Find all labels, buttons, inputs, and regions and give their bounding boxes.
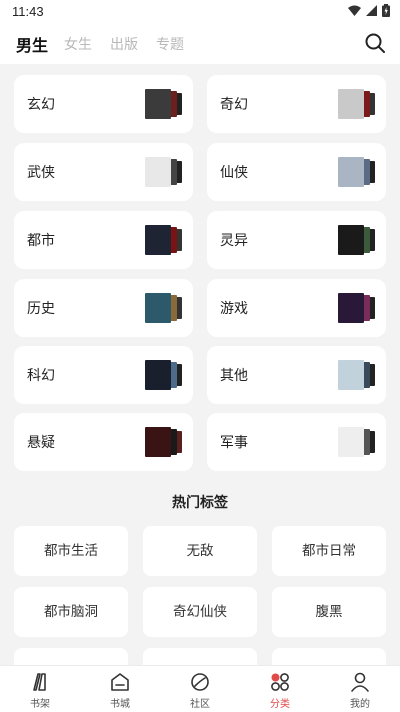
book-cover-stack: [145, 425, 182, 459]
status-icons: [348, 4, 390, 17]
category-card-wuxia[interactable]: 武侠: [14, 143, 193, 201]
nav-label: 我的: [350, 699, 370, 710]
hot-tags-title: 热门标签: [172, 495, 228, 511]
category-label: 灵异: [220, 233, 248, 249]
book-cover: [145, 427, 171, 457]
category-card-dushi[interactable]: 都市: [14, 211, 193, 269]
status-time: 11:43: [12, 4, 44, 19]
book-cover-stack: [338, 291, 375, 325]
book-cover: [145, 360, 171, 390]
nav-label: 书城: [110, 699, 130, 710]
nav-label: 分类: [270, 699, 290, 710]
profile-icon: [351, 672, 369, 692]
book-cover-stack: [145, 223, 182, 257]
category-label: 仙侠: [220, 165, 248, 181]
hot-tag[interactable]: 都市脑洞: [14, 587, 128, 637]
book-cover-stack: [338, 155, 375, 189]
top-tab-bar: 男生 女生 出版 专题: [0, 22, 400, 64]
category-label: 其他: [220, 368, 248, 384]
battery-icon: [382, 4, 390, 17]
hot-tag[interactable]: 都市日常: [272, 526, 386, 576]
search-icon[interactable]: [364, 32, 386, 54]
book-cover: [145, 89, 171, 119]
category-card-xuanyi[interactable]: 悬疑: [14, 413, 193, 471]
book-cover: [338, 157, 364, 187]
category-label: 奇幻: [220, 97, 248, 113]
category-label: 军事: [220, 435, 248, 451]
nav-profile[interactable]: 我的: [330, 671, 390, 710]
tab-female[interactable]: 女生: [64, 34, 92, 54]
nav-label: 书架: [30, 699, 50, 710]
hot-tag-partial[interactable]: [143, 648, 257, 665]
category-label: 武侠: [27, 165, 55, 181]
book-cover: [338, 293, 364, 323]
category-icon: [271, 673, 289, 691]
signal-icon: [366, 5, 377, 16]
category-card-kehuan[interactable]: 科幻: [14, 346, 193, 404]
book-cover: [338, 225, 364, 255]
category-card-xuanhuan[interactable]: 玄幻: [14, 75, 193, 133]
category-label: 历史: [27, 301, 55, 317]
category-card-xianxia[interactable]: 仙侠: [207, 143, 386, 201]
book-cover-stack: [338, 358, 375, 392]
book-cover-stack: [145, 87, 182, 121]
wifi-icon: [348, 5, 361, 16]
book-cover-stack: [145, 291, 182, 325]
category-card-youxi[interactable]: 游戏: [207, 279, 386, 337]
book-cover: [145, 225, 171, 255]
hot-tag-partial[interactable]: [14, 648, 128, 665]
book-cover-stack: [338, 87, 375, 121]
category-card-qihuan[interactable]: 奇幻: [207, 75, 386, 133]
category-label: 科幻: [27, 368, 55, 384]
hot-tag[interactable]: 腹黑: [272, 587, 386, 637]
community-icon: [191, 673, 209, 691]
nav-community[interactable]: 社区: [170, 671, 230, 710]
hot-tag-partial[interactable]: [272, 648, 386, 665]
book-cover-stack: [145, 358, 182, 392]
status-bar: 11:43: [0, 0, 400, 22]
book-cover: [145, 157, 171, 187]
category-card-junshi[interactable]: 军事: [207, 413, 386, 471]
tab-topic[interactable]: 专题: [156, 34, 184, 54]
nav-category[interactable]: 分类: [250, 671, 310, 710]
bookstore-icon: [111, 673, 129, 691]
nav-label: 社区: [190, 699, 210, 710]
nav-bookshelf[interactable]: 书架: [10, 671, 70, 710]
hot-tag[interactable]: 无敌: [143, 526, 257, 576]
hot-tag[interactable]: 都市生活: [14, 526, 128, 576]
book-cover: [338, 360, 364, 390]
book-cover: [338, 427, 364, 457]
category-label: 都市: [27, 233, 55, 249]
book-cover: [145, 293, 171, 323]
category-content: 玄幻 奇幻 武侠 仙侠 都市 灵异 历史 游戏 科幻 其他 悬疑 军事 热门标签…: [0, 64, 400, 665]
bookshelf-icon: [33, 673, 46, 691]
tab-publish[interactable]: 出版: [110, 34, 138, 54]
category-card-lingyi[interactable]: 灵异: [207, 211, 386, 269]
nav-bookstore[interactable]: 书城: [90, 671, 150, 710]
category-label: 悬疑: [27, 435, 55, 451]
tab-male[interactable]: 男生: [16, 32, 48, 56]
category-card-qita[interactable]: 其他: [207, 346, 386, 404]
bottom-nav: 书架 书城 社区 分类 我的: [0, 665, 400, 712]
category-label: 游戏: [220, 301, 248, 317]
book-cover: [338, 89, 364, 119]
book-cover-stack: [338, 223, 375, 257]
category-label: 玄幻: [27, 97, 55, 113]
book-cover-stack: [338, 425, 375, 459]
book-cover-stack: [145, 155, 182, 189]
hot-tag[interactable]: 奇幻仙侠: [143, 587, 257, 637]
category-card-lishi[interactable]: 历史: [14, 279, 193, 337]
